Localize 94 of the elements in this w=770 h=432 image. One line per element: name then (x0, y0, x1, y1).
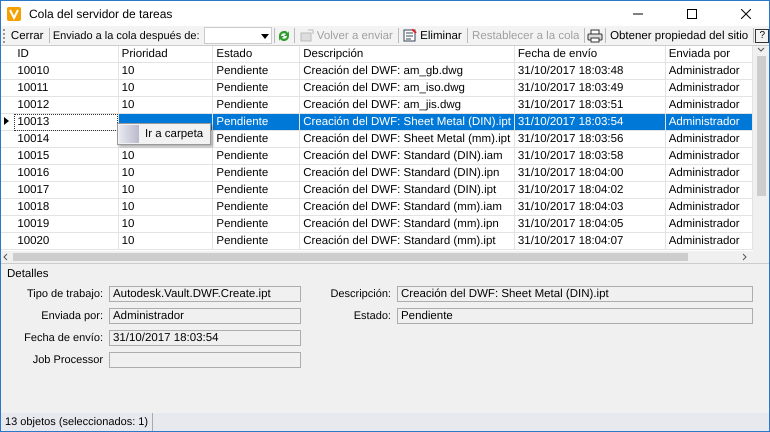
table-cell: 10 (118, 148, 213, 164)
close-icon (741, 8, 751, 18)
table-cell: Administrador (665, 130, 752, 148)
table-cell: Pendiente (212, 62, 300, 80)
resend-icon (300, 29, 314, 42)
table-cell: 10 (118, 80, 213, 96)
table-cell: Pendiente (212, 232, 300, 250)
table-cell: 10010 (14, 62, 118, 80)
table-cell: Administrador (665, 216, 752, 232)
column-header[interactable]: Estado (212, 46, 300, 62)
table-cell: 10011 (14, 80, 118, 96)
table-cell: 31/10/2017 18:03:56 (514, 130, 666, 148)
table-cell: 31/10/2017 18:03:48 (514, 62, 666, 80)
table-cell: 10020 (14, 232, 118, 250)
field-label: Enviada por: (40, 310, 103, 322)
scroll-down-icon[interactable] (757, 46, 765, 54)
table-cell: Creación del DWF: Sheet Metal (mm).ipt (300, 130, 514, 148)
table-cell: Creación del DWF: Sheet Metal (DIN).ipt (300, 114, 514, 130)
table-cell: Pendiente (212, 114, 300, 130)
table-cell: Pendiente (212, 148, 300, 164)
field-label: Job Processor (32, 354, 103, 366)
column-header[interactable]: Fecha de envío (514, 46, 666, 62)
table-cell: Administrador (665, 62, 752, 80)
app-logo-icon (7, 6, 21, 20)
table-cell: 10016 (14, 164, 118, 182)
horizontal-scrollbar[interactable] (1, 251, 769, 263)
input-field[interactable]: 31/10/2017 18:03:54 (109, 330, 301, 346)
field-label: Estado: (352, 310, 391, 322)
input-field[interactable]: Pendiente (397, 308, 753, 324)
table-cell: 10 (118, 182, 213, 198)
table-cell: Creación del DWF: Standard (DIN).ipt (300, 182, 514, 198)
table-cell: Pendiente (212, 130, 300, 148)
table-cell: Creación del DWF: Standard (DIN).iam (300, 148, 514, 164)
table-cell: 31/10/2017 18:03:54 (514, 114, 666, 130)
table-cell: 31/10/2017 18:04:05 (514, 216, 666, 232)
menu-item[interactable]: Ir a carpeta (139, 128, 210, 140)
table-cell: Administrador (665, 232, 752, 250)
table-cell: Pendiente (212, 198, 300, 216)
table-cell: 10017 (14, 182, 118, 198)
table-cell: 10 (118, 216, 213, 232)
table-cell: 31/10/2017 18:03:49 (514, 80, 666, 96)
table-cell: Pendiente (212, 182, 300, 198)
window-title: Cola del servidor de tareas (29, 6, 174, 20)
column-header[interactable]: ID (14, 46, 118, 62)
table-cell: 10 (118, 232, 213, 250)
help-button[interactable]: ? (755, 28, 770, 42)
table-cell: Creación del DWF: Standard (mm).iam (300, 198, 514, 216)
table-cell: 31/10/2017 18:04:00 (514, 164, 666, 182)
delete-icon (403, 29, 418, 42)
table-cell: Creación del DWF: Standard (mm).ipn (300, 216, 514, 232)
table-cell: Administrador (665, 164, 752, 182)
field-label: Fecha de envío: (23, 332, 103, 344)
field-label: Descripción: (329, 288, 391, 300)
table-cell: Administrador (665, 114, 752, 130)
table-cell: Pendiente (212, 80, 300, 96)
vertical-scrollbar[interactable] (753, 46, 769, 251)
close-toolbar-button[interactable]: Cerrar (8, 28, 47, 42)
table-cell: 10015 (14, 148, 118, 164)
table-cell: 31/10/2017 18:04:07 (514, 232, 666, 250)
table-cell: Pendiente (212, 216, 300, 232)
table-cell: Administrador (665, 80, 752, 96)
table-cell: Pendiente (212, 164, 300, 182)
field-label: Tipo de trabajo: (26, 288, 103, 300)
delete-button[interactable]: Eliminar (400, 28, 465, 43)
table-cell: Administrador (665, 148, 752, 164)
filter-label: Enviado a la cola después de: (52, 30, 201, 42)
table-cell: 10 (118, 164, 213, 182)
details-title: Detalles (7, 268, 50, 280)
table-cell: 10018 (14, 198, 118, 216)
printer-icon[interactable] (586, 28, 603, 42)
input-field[interactable]: Creación del DWF: Sheet Metal (DIN).ipt (397, 286, 753, 302)
table-cell: Administrador (665, 198, 752, 216)
status-text: 13 objetos (seleccionados: 1) (1, 413, 154, 431)
input-field[interactable]: Autodesk.Vault.DWF.Create.ipt (109, 286, 301, 302)
table-cell: Creación del DWF: Standard (DIN).ipn (300, 164, 514, 182)
table-cell: 10013 (14, 114, 118, 130)
input-field[interactable] (109, 352, 301, 368)
column-header[interactable]: Enviada por (665, 46, 752, 62)
table-cell: 31/10/2017 18:04:03 (514, 198, 666, 216)
column-header[interactable]: Descripción (300, 46, 514, 62)
menu-gutter (119, 125, 139, 143)
site-property-button[interactable]: Obtener propiedad del sitio (607, 28, 752, 42)
table-cell: Administrador (665, 182, 752, 198)
table-cell: 10019 (14, 216, 118, 232)
table-cell: 10 (118, 198, 213, 216)
table-cell: 10 (118, 62, 213, 80)
table-cell: Creación del DWF: am_iso.dwg (300, 80, 514, 96)
table-cell: 31/10/2017 18:04:02 (514, 182, 666, 198)
maximize-icon (687, 8, 697, 18)
input-field[interactable]: Administrador (109, 308, 301, 324)
column-header[interactable]: Prioridad (118, 46, 213, 62)
table-cell: 31/10/2017 18:03:58 (514, 148, 666, 164)
table-cell: Creación del DWF: am_gb.dwg (300, 62, 514, 80)
table-cell: Creación del DWF: Standard (mm).ipt (300, 232, 514, 250)
